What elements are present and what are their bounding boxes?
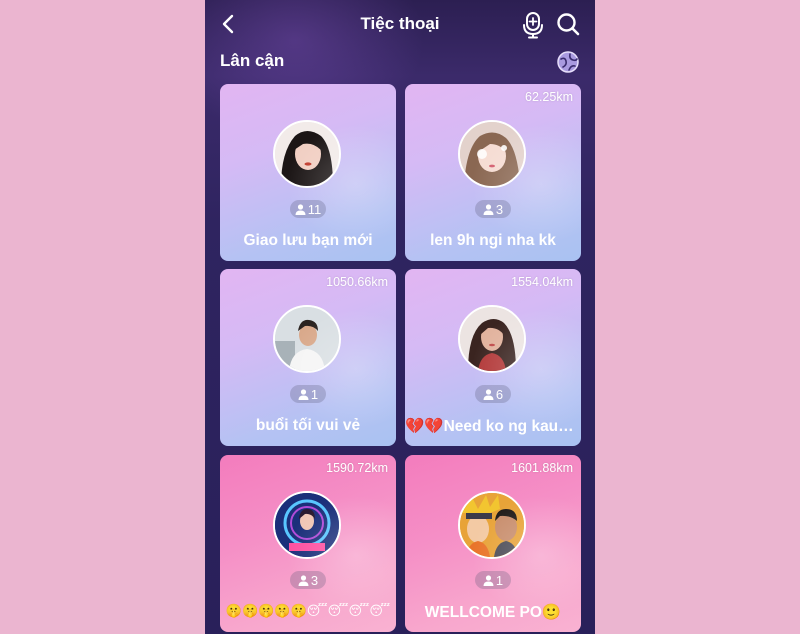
member-count: 1 bbox=[310, 386, 319, 402]
microphone-plus-icon bbox=[523, 12, 543, 39]
create-room-button[interactable] bbox=[521, 11, 545, 39]
member-count-badge: 1 bbox=[290, 385, 326, 403]
section-title: Lân cận bbox=[220, 51, 285, 70]
room-avatar bbox=[273, 305, 341, 373]
member-count: 6 bbox=[495, 386, 504, 402]
user-icon bbox=[483, 388, 494, 400]
room-avatar bbox=[458, 491, 526, 559]
member-count-badge: 11 bbox=[290, 200, 326, 218]
room-title: 🤫🤫🤫🤫🤫😴😴😴😴 bbox=[225, 603, 391, 618]
avatar-image bbox=[460, 493, 524, 557]
user-icon bbox=[298, 388, 309, 400]
room-card[interactable]: 1590.72km 3 🤫🤫🤫🤫🤫😴😴😴😴 bbox=[220, 455, 396, 632]
room-card[interactable]: 1601.88km 1 WELLCOME PO🙂 bbox=[405, 455, 581, 632]
user-icon bbox=[295, 203, 306, 215]
member-count-badge: 3 bbox=[290, 571, 326, 589]
search-button[interactable] bbox=[555, 11, 581, 37]
room-title: 💔💔Need ko ng kausa... bbox=[405, 418, 581, 435]
user-icon bbox=[298, 574, 309, 586]
avatar-image bbox=[275, 493, 339, 557]
room-title: WELLCOME PO🙂 bbox=[424, 604, 562, 621]
room-card[interactable]: 1554.04km 6 💔💔Need ko ng kausa... bbox=[405, 269, 581, 446]
member-count-badge: 6 bbox=[475, 385, 511, 403]
room-title: buổi tối vui vẻ bbox=[255, 417, 361, 434]
member-count: 1 bbox=[495, 572, 504, 588]
globe-button[interactable] bbox=[556, 50, 580, 74]
distance-label: 1554.04km bbox=[511, 275, 573, 289]
member-count: 11 bbox=[307, 201, 322, 217]
room-avatar bbox=[273, 120, 341, 188]
top-bar: Tiệc thoại bbox=[205, 0, 595, 50]
avatar-image bbox=[460, 307, 524, 371]
room-card[interactable]: 1050.66km 1 buổi tối vui vẻ bbox=[220, 269, 396, 446]
app-screen: Tiệc thoại Lân cận 11 Giao lưu bạn mới 6… bbox=[205, 0, 595, 634]
distance-label: 1590.72km bbox=[326, 461, 388, 475]
member-count: 3 bbox=[310, 572, 319, 588]
member-count-badge: 1 bbox=[475, 571, 511, 589]
room-title: Giao lưu bạn mới bbox=[243, 232, 373, 249]
user-icon bbox=[483, 203, 494, 215]
distance-label: 62.25km bbox=[525, 90, 573, 104]
avatar-image bbox=[460, 122, 524, 186]
room-avatar bbox=[458, 120, 526, 188]
room-title: len 9h ngi nha kk bbox=[430, 232, 556, 249]
distance-label: 1050.66km bbox=[326, 275, 388, 289]
member-count: 3 bbox=[495, 201, 504, 217]
room-avatar bbox=[273, 491, 341, 559]
user-icon bbox=[483, 574, 494, 586]
search-icon bbox=[557, 13, 580, 36]
room-avatar bbox=[458, 305, 526, 373]
room-card[interactable]: 62.25km 3 len 9h ngi nha kk bbox=[405, 84, 581, 261]
avatar-image bbox=[275, 122, 339, 186]
avatar-image bbox=[275, 307, 339, 371]
member-count-badge: 3 bbox=[475, 200, 511, 218]
distance-label: 1601.88km bbox=[511, 461, 573, 475]
room-card[interactable]: 11 Giao lưu bạn mới bbox=[220, 84, 396, 261]
globe-icon bbox=[557, 51, 579, 73]
